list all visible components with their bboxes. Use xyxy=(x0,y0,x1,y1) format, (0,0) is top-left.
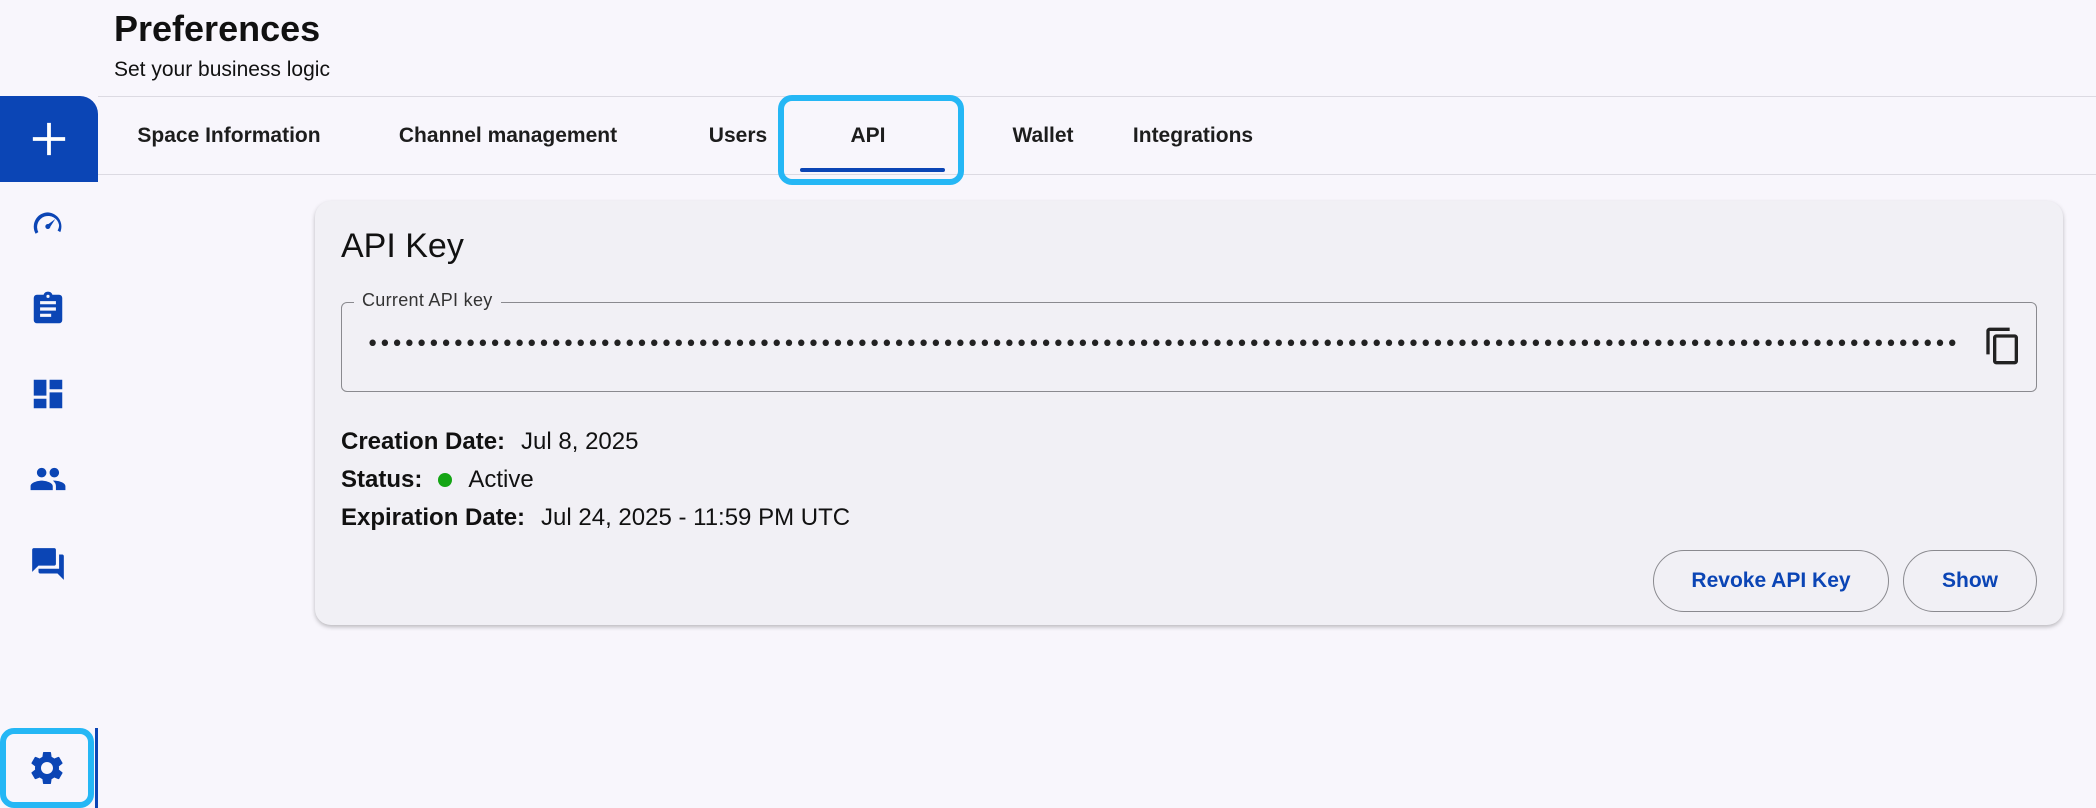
gear-icon xyxy=(31,752,63,784)
sidebar-item-messages[interactable] xyxy=(25,541,71,587)
status-value: Active xyxy=(468,466,534,493)
expiration-date-label: Expiration Date: xyxy=(341,504,526,531)
tab-channel-management[interactable]: Channel management xyxy=(388,97,628,174)
page-title: Preferences xyxy=(114,8,321,49)
dashboard-icon xyxy=(33,379,63,409)
card-title: API Key xyxy=(341,227,464,265)
clipboard-icon xyxy=(33,291,63,324)
tab-users[interactable]: Users xyxy=(688,97,788,174)
api-key-field[interactable]: Current API key ••••••••••••••••••••••••… xyxy=(341,290,2037,392)
expiration-date-row: Expiration Date: Jul 24, 2025 - 11:59 PM… xyxy=(341,504,850,532)
page-subtitle: Set your business logic xyxy=(114,58,330,81)
tab-bar: Space Information Channel management Use… xyxy=(98,96,2096,175)
creation-date-label: Creation Date: xyxy=(341,428,506,455)
tab-integrations[interactable]: Integrations xyxy=(1118,97,1268,174)
speedometer-icon xyxy=(33,212,62,234)
new-button[interactable] xyxy=(0,96,98,182)
creation-date-row: Creation Date: Jul 8, 2025 xyxy=(341,428,638,456)
status-label: Status: xyxy=(341,466,423,493)
creation-date-value: Jul 8, 2025 xyxy=(521,428,639,455)
copy-button[interactable] xyxy=(1982,325,2024,367)
plus-icon xyxy=(32,122,66,156)
revoke-api-key-button[interactable]: Revoke API Key xyxy=(1653,550,1889,612)
api-key-masked-value: ••••••••••••••••••••••••••••••••••••••••… xyxy=(366,335,1956,355)
people-icon xyxy=(30,467,66,491)
api-key-card: API Key Current API key ••••••••••••••••… xyxy=(315,201,2063,625)
sidebar-active-indicator xyxy=(95,728,98,808)
sidebar xyxy=(0,96,98,808)
sidebar-item-tasks[interactable] xyxy=(25,286,71,332)
api-key-field-label: Current API key xyxy=(354,290,501,311)
sidebar-item-users[interactable] xyxy=(25,456,71,502)
sidebar-item-dashboard-speed[interactable] xyxy=(25,202,71,248)
tab-api[interactable]: API xyxy=(793,97,943,174)
status-row: Status: Active xyxy=(341,466,534,494)
sidebar-item-boards[interactable] xyxy=(25,371,71,417)
tab-space-information[interactable]: Space Information xyxy=(124,97,334,174)
tab-wallet[interactable]: Wallet xyxy=(968,97,1118,174)
tab-active-indicator xyxy=(800,168,945,172)
status-dot xyxy=(438,473,453,487)
chat-icon xyxy=(32,548,64,580)
app-root: Preferences Set your business logic Spac… xyxy=(0,0,2096,808)
sidebar-item-settings[interactable] xyxy=(0,728,94,808)
copy-icon xyxy=(1986,327,2018,365)
show-api-key-button[interactable]: Show xyxy=(1903,550,2037,612)
expiration-date-value: Jul 24, 2025 - 11:59 PM UTC xyxy=(541,504,851,531)
